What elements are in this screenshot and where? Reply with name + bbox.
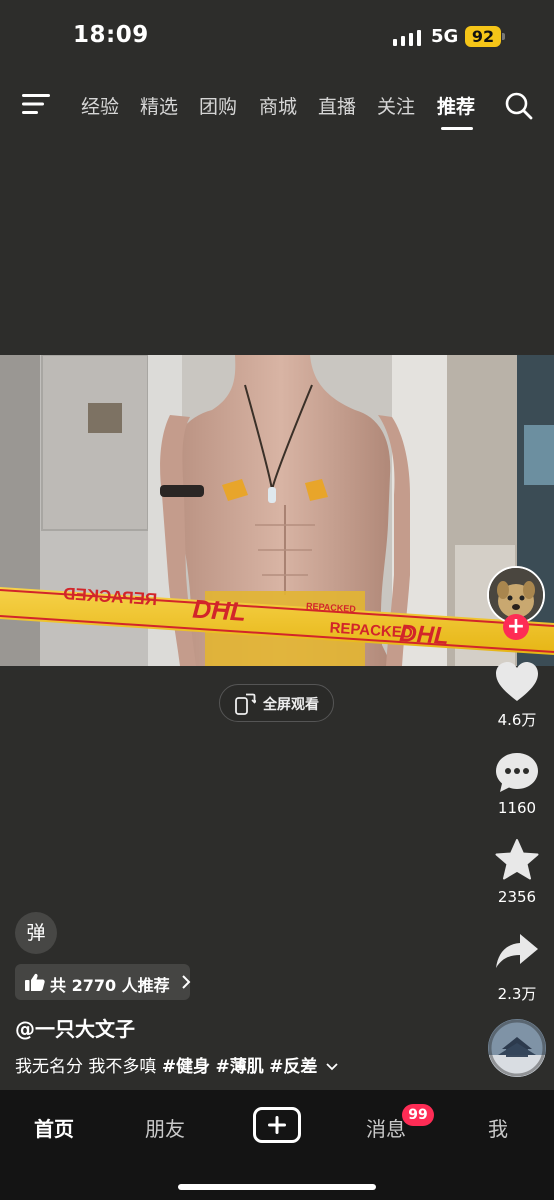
- hashtag[interactable]: #薄肌: [215, 1057, 263, 1077]
- music-disc[interactable]: [488, 1019, 546, 1077]
- expand-chevron-down-icon[interactable]: [326, 1062, 338, 1072]
- tab-following[interactable]: 关注: [377, 92, 415, 119]
- hashtag[interactable]: #反差: [269, 1057, 317, 1077]
- fullscreen-button[interactable]: 全屏观看: [219, 684, 334, 722]
- favorite-star-icon[interactable]: [494, 838, 540, 882]
- nav-home[interactable]: 首页: [34, 1113, 74, 1142]
- active-tab-indicator: [441, 127, 473, 130]
- recommend-pill[interactable]: 共 2770 人推荐: [15, 964, 191, 1000]
- share-icon[interactable]: [494, 930, 540, 974]
- cellular-signal-icon: [393, 30, 421, 46]
- battery-cap: [502, 33, 505, 40]
- nav-friends[interactable]: 朋友: [145, 1113, 185, 1142]
- top-nav: 经验 精选 团购 商城 直播 关注 推荐: [0, 80, 554, 136]
- comment-icon[interactable]: [494, 751, 540, 795]
- nav-messages[interactable]: 消息: [366, 1113, 406, 1142]
- status-bar: 18:09 5G 92: [0, 0, 554, 76]
- author-name[interactable]: @一只大文子: [15, 1013, 135, 1042]
- tab-experience[interactable]: 经验: [81, 92, 119, 119]
- menu-icon[interactable]: [22, 93, 50, 115]
- tab-featured[interactable]: 精选: [140, 92, 178, 119]
- comment-count: 1160: [497, 799, 537, 817]
- favorite-count: 2356: [497, 888, 537, 906]
- heart-icon[interactable]: [494, 660, 540, 704]
- tape-logo: DHL: [192, 594, 247, 627]
- fullscreen-label: 全屏观看: [263, 697, 319, 713]
- battery-level: 92: [465, 26, 501, 47]
- hashtag[interactable]: #健身: [162, 1057, 210, 1077]
- tape-logo-2: DHL: [399, 620, 450, 650]
- search-icon[interactable]: [504, 91, 534, 121]
- tab-recommended[interactable]: 推荐: [437, 92, 475, 119]
- danmu-toggle-button[interactable]: 弹: [15, 912, 57, 954]
- tab-mall[interactable]: 商城: [259, 92, 297, 119]
- like-count: 4.6万: [497, 711, 537, 729]
- music-cover-image: [488, 1019, 546, 1077]
- caption-text: 我无名分 我不多嗔: [15, 1057, 157, 1077]
- tab-live[interactable]: 直播: [318, 92, 356, 119]
- create-post-button[interactable]: [253, 1107, 301, 1143]
- bottom-nav: 首页 朋友 消息 99 我: [0, 1090, 554, 1200]
- thumbs-up-icon: [25, 973, 45, 991]
- share-count: 2.3万: [497, 985, 537, 1003]
- follow-button[interactable]: +: [503, 614, 529, 640]
- video-player[interactable]: REPACKED DHL REPACKED DHL REPACKED: [0, 355, 554, 666]
- nav-me[interactable]: 我: [488, 1113, 508, 1142]
- network-type: 5G: [431, 26, 459, 47]
- recommend-count-text: 共 2770 人推荐: [50, 976, 170, 995]
- home-indicator: [178, 1184, 376, 1190]
- status-time: 18:09: [73, 22, 149, 48]
- tab-group-buy[interactable]: 团购: [199, 92, 237, 119]
- message-badge: 99: [402, 1104, 434, 1126]
- chevron-right-icon: [182, 975, 191, 989]
- rotate-screen-icon: [235, 693, 256, 715]
- video-frame: REPACKED DHL REPACKED DHL REPACKED: [0, 355, 554, 666]
- plus-icon: [268, 1116, 286, 1134]
- post-caption[interactable]: 我无名分 我不多嗔 #健身 #薄肌 #反差: [15, 1052, 338, 1077]
